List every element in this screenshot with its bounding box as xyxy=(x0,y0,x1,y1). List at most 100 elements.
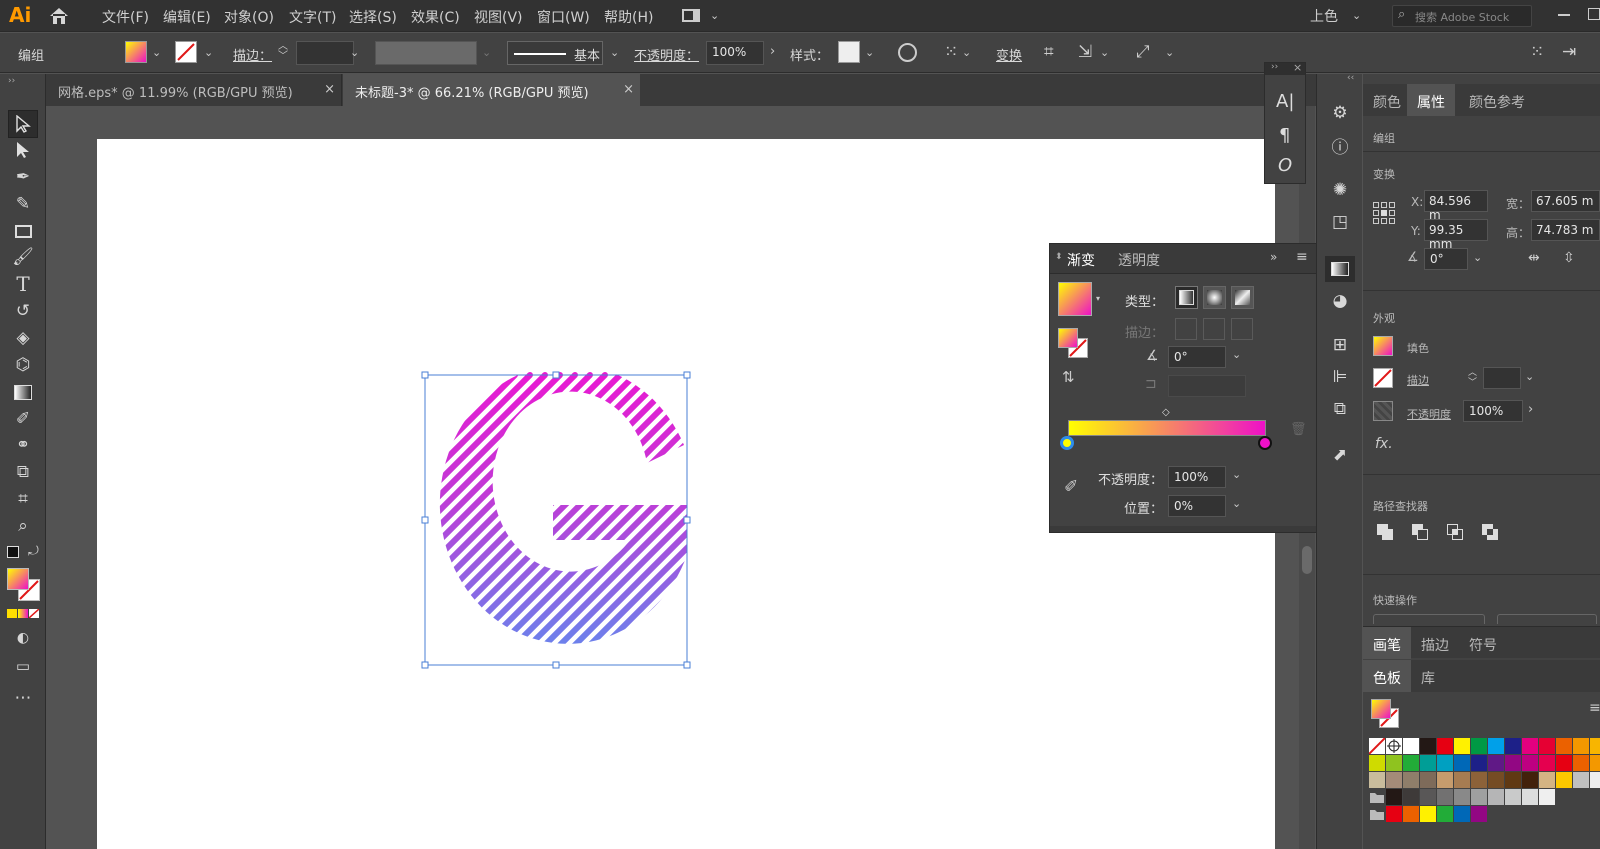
selection-handle[interactable] xyxy=(421,661,429,669)
menu-view[interactable]: 视图(V) xyxy=(474,7,523,27)
tab-properties[interactable]: 属性 xyxy=(1407,84,1455,116)
chevron-down-icon[interactable]: ⌄ xyxy=(1473,251,1482,264)
color-swatch[interactable] xyxy=(1420,738,1436,754)
opacity-label[interactable]: 不透明度： xyxy=(634,45,699,64)
color-swatch[interactable] xyxy=(1590,755,1600,771)
swatches-fill-swatch[interactable] xyxy=(1371,699,1391,719)
menu-window[interactable]: 窗口(W) xyxy=(537,7,590,27)
tab-transparency[interactable]: 透明度 xyxy=(1118,250,1160,270)
color-swatch[interactable] xyxy=(1403,806,1419,822)
transparency-icon[interactable]: ◕ xyxy=(1329,290,1351,312)
blend-tool-icon[interactable]: ⚭ xyxy=(10,433,36,457)
align-icon[interactable]: ⊫ xyxy=(1329,366,1351,388)
color-swatch[interactable] xyxy=(1454,772,1470,788)
flip-vertical-icon[interactable]: ⇳ xyxy=(1563,250,1575,266)
gradient-preview-swatch[interactable] xyxy=(1058,282,1092,316)
swatches-menu-icon[interactable]: ≡ xyxy=(1589,700,1600,716)
gradient-panel-icon[interactable] xyxy=(1325,256,1355,282)
align-grid-icon[interactable]: ⁙ xyxy=(944,42,958,62)
color-swatch[interactable] xyxy=(1403,755,1419,771)
info-icon[interactable]: ⓘ xyxy=(1329,134,1351,158)
color-swatch[interactable] xyxy=(1471,755,1487,771)
restore-icon[interactable] xyxy=(1588,8,1600,20)
color-swatch[interactable] xyxy=(1505,755,1521,771)
color-swatch[interactable] xyxy=(1590,738,1600,754)
letter-g-artwork[interactable] xyxy=(122,371,1313,695)
paragraph-panel-icon[interactable]: ¶ xyxy=(1279,125,1290,146)
color-swatch[interactable] xyxy=(1573,738,1589,754)
chevron-down-icon[interactable]: ⌄ xyxy=(204,46,213,59)
quick-action-button[interactable] xyxy=(1497,614,1597,624)
color-swatch[interactable] xyxy=(1403,738,1419,754)
color-swatch[interactable] xyxy=(1369,772,1385,788)
fill-swatch[interactable] xyxy=(1373,336,1393,356)
stroke-weight-field[interactable] xyxy=(1483,367,1521,389)
color-swatch[interactable] xyxy=(1590,772,1600,788)
chevron-right-icon[interactable]: › xyxy=(770,44,775,59)
reverse-gradient-icon[interactable]: ⇅ xyxy=(1062,368,1075,386)
tab-color-guide[interactable]: 颜色参考 xyxy=(1459,84,1535,116)
quick-action-button[interactable] xyxy=(1373,614,1485,624)
gradient-slider[interactable] xyxy=(1068,420,1266,436)
minimize-icon[interactable] xyxy=(1558,14,1570,16)
stroke-weight-stepper[interactable]: ︿ ﹀ xyxy=(278,42,288,62)
panel-arrows-icon[interactable]: ⬍ xyxy=(1055,252,1063,262)
fill-gradient-swatch[interactable] xyxy=(125,41,147,63)
menu-select[interactable]: 选择(S) xyxy=(349,7,397,27)
expand-icon[interactable]: » xyxy=(1270,250,1277,264)
opacity-field[interactable]: 100% xyxy=(706,41,764,65)
opacity-link[interactable]: 不透明度 xyxy=(1407,406,1451,422)
width-field[interactable]: 67.605 m xyxy=(1531,190,1600,212)
color-swatch[interactable] xyxy=(1420,755,1436,771)
tab-symbols[interactable]: 符号 xyxy=(1459,627,1507,659)
stroke-swatch[interactable] xyxy=(1373,368,1393,388)
y-field[interactable]: 99.35 mm xyxy=(1424,219,1488,251)
color-swatch[interactable] xyxy=(1368,737,1386,755)
tab-gradient[interactable]: 渐变 xyxy=(1067,250,1095,270)
artboards-icon[interactable]: ⊞ xyxy=(1329,334,1351,356)
color-swatch[interactable] xyxy=(1539,772,1555,788)
opacity-field[interactable]: 100% xyxy=(1463,400,1523,422)
color-swatch[interactable] xyxy=(1471,789,1487,805)
chevron-down-icon[interactable]: ⌄ xyxy=(1165,46,1174,59)
gradient-stop-magenta[interactable] xyxy=(1258,436,1272,450)
color-swatch[interactable] xyxy=(1505,772,1521,788)
eyedropper-icon[interactable]: ✐ xyxy=(1064,477,1078,497)
color-mode-buttons[interactable] xyxy=(7,609,39,618)
color-swatch[interactable] xyxy=(1386,738,1402,754)
opentype-panel-icon[interactable]: O xyxy=(1278,155,1292,176)
stroke-link[interactable]: 描边 xyxy=(1407,372,1429,388)
tab-stroke[interactable]: 描边 xyxy=(1411,627,1459,659)
color-swatch[interactable] xyxy=(1437,738,1453,754)
paintbrush-tool-icon[interactable]: 🖌 xyxy=(10,245,36,269)
freeform-gradient-button[interactable] xyxy=(1231,286,1254,309)
color-swatch[interactable] xyxy=(1369,806,1385,822)
menu-edit[interactable]: 编辑(E) xyxy=(163,7,211,27)
workspace-switcher[interactable]: 上色 xyxy=(1310,6,1338,26)
chevron-down-icon[interactable]: ⌄ xyxy=(152,46,161,59)
color-swatch[interactable] xyxy=(1539,755,1555,771)
color-swatch[interactable] xyxy=(1573,772,1589,788)
variable-width-profile[interactable] xyxy=(375,41,477,65)
x-field[interactable]: 84.596 m xyxy=(1424,190,1488,222)
color-swatch[interactable] xyxy=(1454,806,1470,822)
color-swatch[interactable] xyxy=(1369,789,1385,805)
color-swatch[interactable] xyxy=(1488,738,1504,754)
color-swatch[interactable] xyxy=(1403,789,1419,805)
chevron-down-icon[interactable]: ⌄ xyxy=(865,46,874,59)
intersect-icon[interactable] xyxy=(1447,524,1464,541)
direct-selection-tool-icon[interactable] xyxy=(10,138,36,162)
stroke-none-swatch[interactable] xyxy=(175,41,197,63)
chevron-down-icon[interactable]: ⌄ xyxy=(710,9,719,22)
tab-color[interactable]: 颜色 xyxy=(1363,84,1411,116)
radial-gradient-button[interactable] xyxy=(1203,286,1226,309)
color-swatch[interactable] xyxy=(1522,789,1538,805)
color-swatch[interactable] xyxy=(1471,806,1487,822)
chevron-down-icon[interactable]: ⌄ xyxy=(1525,370,1534,383)
chevron-right-icon[interactable]: › xyxy=(1528,402,1533,417)
transform-icon[interactable]: ◳ xyxy=(1329,211,1351,233)
color-swatch[interactable] xyxy=(1420,789,1436,805)
menu-help[interactable]: 帮助(H) xyxy=(604,7,653,27)
menu-effect[interactable]: 效果(C) xyxy=(411,7,460,27)
transform-link[interactable]: 变换 xyxy=(996,45,1022,64)
